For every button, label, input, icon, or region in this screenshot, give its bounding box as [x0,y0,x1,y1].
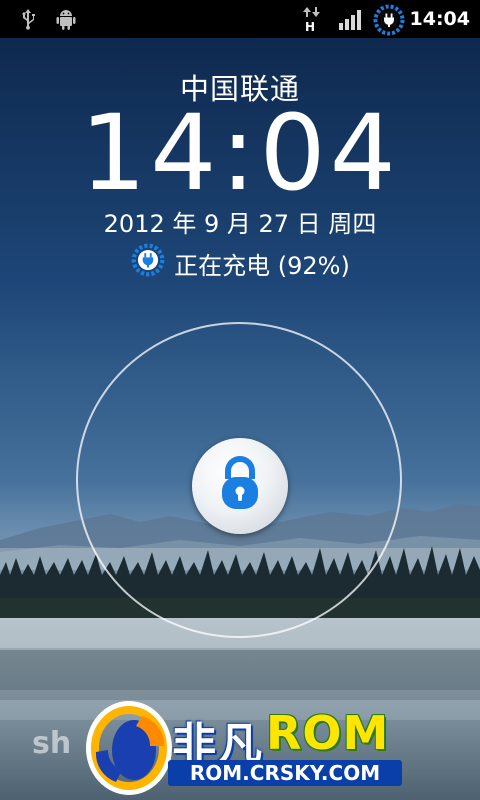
lock-screen: H 14:04 中国联通 14:04 2012 年 9 月 27 日 周四 正在… [0,0,480,800]
watermark-logo-fragment: sh [32,726,72,761]
watermark-brand-en: ROM [266,706,390,760]
lock-icon [222,456,258,509]
lockscreen-date: 2012 年 9 月 27 日 周四 [103,210,377,238]
android-debug-icon [55,7,77,35]
watermark-url: ROM.CRSKY.COM [168,760,402,786]
watermark-swirl-logo [86,701,172,795]
lockscreen-clock: 14:04 [80,92,400,214]
svg-text:H: H [305,20,315,32]
charging-icon [130,242,166,284]
unlock-handle[interactable] [192,438,288,534]
status-bar: H 14:04 [0,0,480,38]
watermark: sh 非凡 ROM ROM.CRSKY.COM [0,690,480,800]
charging-status: 正在充电 (92%) [0,242,480,284]
data-transfer-icon: H [302,6,322,36]
usb-icon [16,7,40,35]
signal-icon [338,9,364,35]
charging-text: 正在充电 (92%) [174,251,350,280]
status-bar-time: 14:04 [409,8,470,30]
battery-charging-icon [372,3,406,41]
